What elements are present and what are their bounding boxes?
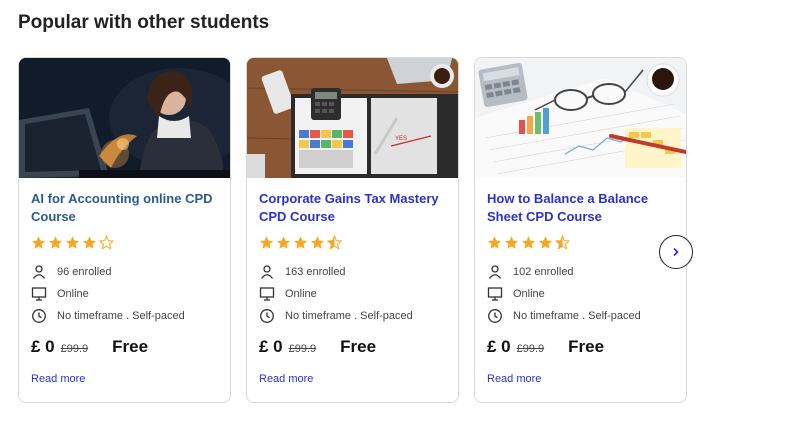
rating-stars [259, 235, 342, 251]
enrolled-row: 163 enrolled [259, 264, 346, 280]
price-row: £ 0 £99.9 Free [487, 337, 604, 357]
course-card[interactable]: AI for Accounting online CPD Course 96 e… [18, 57, 231, 403]
rating-stars [487, 235, 570, 251]
read-more-link[interactable]: Read more [31, 373, 85, 385]
course-title[interactable]: How to Balance a Balance Sheet CPD Cours… [487, 190, 677, 226]
star-empty-icon [99, 235, 114, 250]
free-label: Free [568, 337, 605, 356]
mode-row: Online [259, 286, 317, 302]
delivery-mode: Online [513, 288, 545, 300]
enrolled-row: 96 enrolled [31, 264, 111, 280]
star-icon [276, 236, 291, 249]
star-icon [82, 236, 97, 249]
original-price: £99.9 [516, 343, 545, 355]
course-title[interactable]: Corporate Gains Tax Mastery CPD Course [259, 190, 449, 226]
rating-stars [31, 235, 114, 251]
star-icon [293, 236, 308, 249]
star-icon [521, 236, 536, 249]
schedule-row: No timeframe . Self-paced [259, 308, 413, 324]
star-icon [310, 236, 325, 249]
clock-icon [488, 309, 502, 323]
price-row: £ 0 £99.9 Free [31, 337, 148, 357]
schedule-row: No timeframe . Self-paced [31, 308, 185, 324]
enrolled-count: 102 enrolled [513, 266, 574, 278]
mode-row: Online [31, 286, 89, 302]
current-price: £ 0 [259, 337, 283, 356]
carousel-next-button[interactable] [659, 235, 693, 269]
mode-row: Online [487, 286, 545, 302]
clock-icon [32, 309, 46, 323]
schedule-text: No timeframe . Self-paced [285, 310, 413, 322]
course-image[interactable] [475, 58, 686, 178]
section-title: Popular with other students [18, 12, 270, 33]
star-icon [65, 236, 80, 249]
original-price: £99.9 [60, 343, 89, 355]
enrolled-count: 163 enrolled [285, 266, 346, 278]
course-card[interactable]: YES Corporate Gains Tax Mastery CPD Cour… [246, 57, 459, 403]
free-label: Free [112, 337, 149, 356]
original-price: £99.9 [288, 343, 317, 355]
current-price: £ 0 [487, 337, 511, 356]
chevron-right-icon [673, 248, 679, 256]
enrolled-row: 102 enrolled [487, 264, 574, 280]
star-icon [259, 236, 274, 249]
course-image[interactable]: YES [247, 58, 458, 178]
read-more-link[interactable]: Read more [259, 373, 313, 385]
svg-text:YES: YES [395, 136, 407, 142]
monitor-icon [259, 287, 275, 301]
person-icon [260, 265, 274, 279]
star-half-icon [555, 235, 570, 250]
star-icon [504, 236, 519, 249]
star-half-icon [327, 235, 342, 250]
monitor-icon [31, 287, 47, 301]
star-icon [538, 236, 553, 249]
delivery-mode: Online [57, 288, 89, 300]
star-icon [48, 236, 63, 249]
schedule-text: No timeframe . Self-paced [57, 310, 185, 322]
clock-icon [260, 309, 274, 323]
schedule-text: No timeframe . Self-paced [513, 310, 641, 322]
course-image[interactable] [19, 58, 230, 178]
person-icon [32, 265, 46, 279]
monitor-icon [487, 287, 503, 301]
delivery-mode: Online [285, 288, 317, 300]
read-more-link[interactable]: Read more [487, 373, 541, 385]
enrolled-count: 96 enrolled [57, 266, 112, 278]
free-label: Free [340, 337, 377, 356]
course-card[interactable]: How to Balance a Balance Sheet CPD Cours… [474, 57, 687, 403]
star-icon [31, 236, 46, 249]
current-price: £ 0 [31, 337, 55, 356]
person-icon [488, 265, 502, 279]
schedule-row: No timeframe . Self-paced [487, 308, 641, 324]
course-title[interactable]: AI for Accounting online CPD Course [31, 190, 221, 226]
star-icon [487, 236, 502, 249]
price-row: £ 0 £99.9 Free [259, 337, 376, 357]
